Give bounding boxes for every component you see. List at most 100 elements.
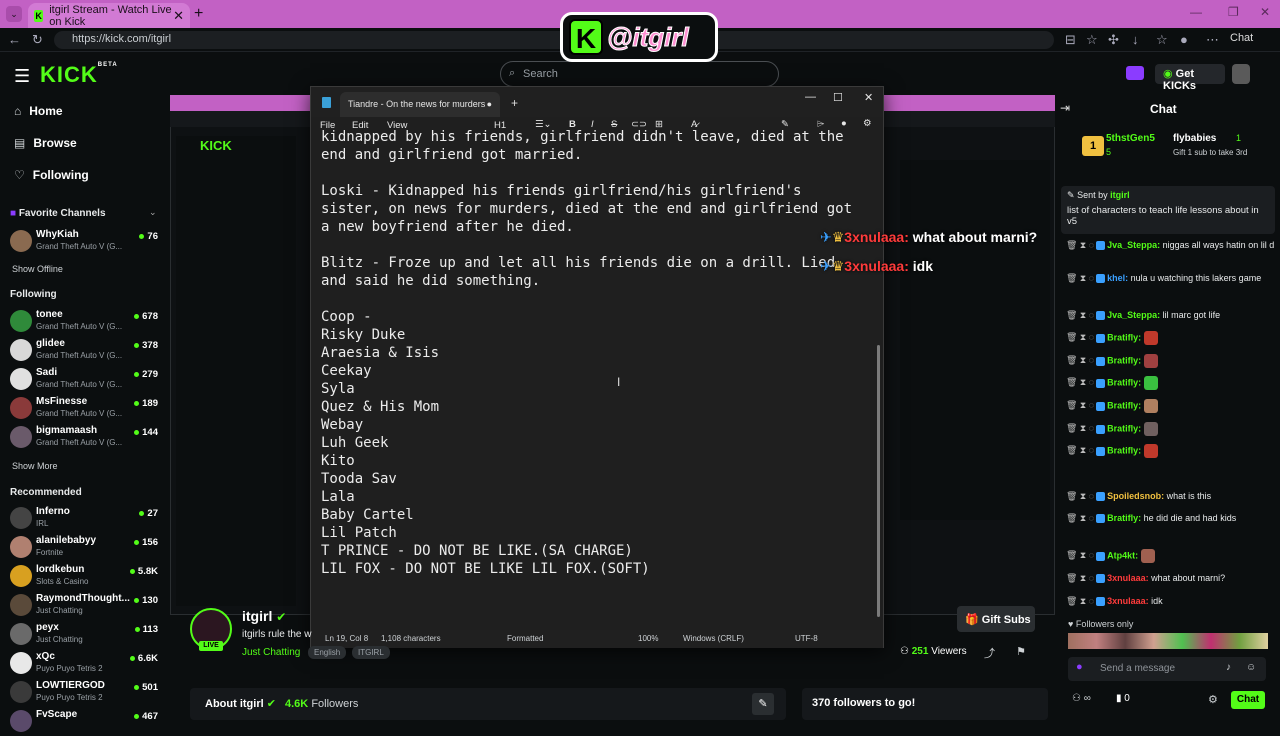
notepad-new-tab-button[interactable]: + [511, 96, 518, 110]
following-channel[interactable]: glidee Grand Theft Auto V (G... 378 [10, 337, 160, 365]
minimize-button[interactable]: — [1190, 5, 1202, 19]
recommended-channel[interactable]: Inferno IRL 27 [10, 505, 160, 533]
recommended-channel[interactable]: lordkebun Slots & Casino 5.8K [10, 563, 160, 591]
search-input[interactable]: ⌕ Search [500, 61, 779, 87]
translate-icon[interactable]: ⊟ [1065, 32, 1076, 48]
copilot-chat-button[interactable]: Chat [1230, 32, 1253, 44]
pinned-message[interactable]: ✎ Sent by itgirl list of characters to t… [1061, 186, 1275, 234]
notepad-text-area[interactable]: kidnapped by his friends, girlfriend did… [321, 128, 871, 618]
recommended-channel[interactable]: LOWTIERGOD Puyo Puyo Tetris 2 501 [10, 679, 160, 707]
following-channel[interactable]: MsFinesse Grand Theft Auto V (G... 189 [10, 395, 160, 423]
close-tab-icon[interactable]: ✕ [173, 8, 184, 24]
points-display[interactable]: ▮ 0 [1116, 693, 1130, 704]
nav-following[interactable]: ♡ Following [14, 168, 89, 182]
get-kicks-button[interactable]: ◉ Get KICKs [1155, 64, 1225, 92]
url-field[interactable]: https://kick.com/itgirl [54, 31, 1054, 49]
moderation-icons[interactable]: 🗑 ⧗ ◌ [1066, 332, 1094, 342]
chat-username[interactable]: Atp4kt: [1107, 550, 1138, 560]
tag-itgirl[interactable]: ITGIRL [352, 646, 390, 659]
chat-message[interactable]: 🗑 ⧗ ◌ khel: nula u watching this lakers g… [1066, 272, 1276, 285]
edit-icon[interactable]: ✎ [752, 693, 774, 715]
profile-icon[interactable]: ● [1180, 32, 1188, 47]
chat-message[interactable]: 🗑 ⧗ ◌ Bratifly: [1066, 422, 1276, 436]
chat-message[interactable]: 🗑 ⧗ ◌ Spoiledsnob: what is this [1066, 490, 1276, 503]
tab-list-button[interactable]: ⌄ [6, 6, 22, 22]
moderation-icons[interactable]: 🗑 ⧗ ◌ [1066, 400, 1094, 410]
notepad-close-button[interactable]: ✕ [864, 91, 873, 104]
chat-message[interactable]: 🗑 ⧗ ◌ Atp4kt: [1066, 549, 1276, 563]
channel-whykiah[interactable]: WhyKiah Grand Theft Auto V (G... 76 [10, 228, 160, 256]
moderation-icons[interactable]: 🗑 ⧗ ◌ [1066, 273, 1094, 283]
kicks-wallet-icon[interactable] [1126, 66, 1144, 80]
chat-username[interactable]: Jva_Steppa: [1107, 310, 1160, 320]
moderation-icons[interactable]: 🗑 ⧗ ◌ [1066, 310, 1094, 320]
notepad-scrollbar[interactable] [877, 345, 880, 617]
recommended-channel[interactable]: RaymondThought... Just Chatting 130 [10, 592, 160, 620]
moderation-icons[interactable]: 🗑 ⧗ ◌ [1066, 513, 1094, 523]
show-offline-link[interactable]: Show Offline [12, 264, 63, 274]
reload-icon[interactable]: ↻ [32, 32, 43, 48]
gift-prompt[interactable]: Gift 1 sub to take 3rd [1173, 148, 1247, 157]
chat-message[interactable]: 🗑 ⧗ ◌ 3xnulaaa: idk [1066, 595, 1276, 608]
following-channel[interactable]: bigmamaash Grand Theft Auto V (G... 144 [10, 424, 160, 452]
chat-username[interactable]: Bratifly: [1107, 423, 1141, 433]
format-mode[interactable]: Formatted [507, 634, 543, 643]
voice-icon[interactable]: ♪ [1226, 662, 1231, 673]
chat-username[interactable]: Bratifly: [1107, 355, 1141, 365]
collapse-chat-icon[interactable]: ⇥ [1060, 101, 1070, 115]
chat-message[interactable]: 🗑 ⧗ ◌ Bratifly: [1066, 444, 1276, 458]
chat-username[interactable]: 3xnulaaa: [1107, 596, 1149, 606]
recommended-channel[interactable]: alanilebabyy Fortnite 156 [10, 534, 160, 562]
chat-username[interactable]: Bratifly: [1107, 400, 1141, 410]
streamer-name[interactable]: itgirl ✔ [242, 608, 286, 624]
moderation-icons[interactable]: 🗑 ⧗ ◌ [1066, 596, 1094, 606]
following-channel[interactable]: tonee Grand Theft Auto V (G... 678 [10, 308, 160, 336]
chat-message[interactable]: 🗑 ⧗ ◌ Jva_Steppa: lil marc got life [1066, 309, 1276, 322]
nav-browse[interactable]: ▤ Browse [14, 136, 77, 150]
recommended-channel[interactable]: peyx Just Chatting 113 [10, 621, 160, 649]
gifter-2-name[interactable]: flybabies [1173, 133, 1216, 144]
close-window-button[interactable]: ✕ [1260, 5, 1270, 19]
recommended-channel[interactable]: xQc Puyo Puyo Tetris 2 6.6K [10, 650, 160, 678]
moderation-icons[interactable]: 🗑 ⧗ ◌ [1066, 573, 1094, 583]
chat-message[interactable]: 🗑 ⧗ ◌ Bratifly: [1066, 331, 1276, 345]
mic-icon[interactable]: ● [1076, 661, 1083, 673]
menu-icon[interactable]: ☰ [14, 66, 30, 87]
chat-username[interactable]: Bratifly: [1107, 513, 1141, 523]
chat-message[interactable]: 🗑 ⧗ ◌ Bratifly: [1066, 399, 1276, 413]
back-icon[interactable]: ← [8, 32, 21, 47]
nav-home[interactable]: ⌂ Home [14, 104, 63, 118]
chat-message[interactable]: 🗑 ⧗ ◌ Bratifly: he did die and had kids [1066, 512, 1276, 525]
maximize-button[interactable]: ❐ [1228, 5, 1239, 19]
moderation-icons[interactable]: 🗑 ⧗ ◌ [1066, 445, 1094, 455]
chat-username[interactable]: Bratifly: [1107, 377, 1141, 387]
chat-message[interactable]: 🗑 ⧗ ◌ Bratifly: [1066, 376, 1276, 390]
tag-english[interactable]: English [308, 646, 347, 659]
more-icon[interactable]: ⋯ [1206, 32, 1219, 48]
emoji-icon[interactable]: ☺ [1246, 662, 1256, 673]
emote-row[interactable] [1068, 633, 1268, 649]
moderation-icons[interactable]: 🗑 ⧗ ◌ [1066, 240, 1094, 250]
new-tab-button[interactable]: + [194, 5, 203, 23]
chat-message[interactable]: 🗑 ⧗ ◌ 3xnulaaa: what about marni? [1066, 572, 1276, 585]
kick-logo[interactable]: KICKBETA [40, 62, 118, 88]
chat-username[interactable]: Bratifly: [1107, 332, 1141, 342]
chat-username[interactable]: khel: [1107, 273, 1128, 283]
show-more-link[interactable]: Show More [12, 461, 58, 471]
chat-send-button[interactable]: Chat [1231, 691, 1265, 709]
notepad-tab[interactable]: Tiandre - On the news for murders ● [340, 92, 500, 117]
browser-tab[interactable]: K itgirl Stream - Watch Live on Kick ✕ [28, 3, 190, 28]
user-avatar[interactable] [1232, 64, 1250, 84]
moderation-icons[interactable]: 🗑 ⧗ ◌ [1066, 550, 1094, 560]
extensions-icon[interactable]: ✣ [1108, 32, 1119, 48]
chat-users-icon[interactable]: ⚇ ∞ [1072, 693, 1091, 704]
chat-message[interactable]: 🗑 ⧗ ◌ Bratifly: [1066, 354, 1276, 368]
moderation-icons[interactable]: 🗑 ⧗ ◌ [1066, 423, 1094, 433]
downloads-icon[interactable]: ↓ [1132, 32, 1139, 47]
chat-input[interactable]: Send a message [1068, 657, 1266, 681]
moderation-icons[interactable]: 🗑 ⧗ ◌ [1066, 355, 1094, 365]
chat-username[interactable]: Spoiledsnob: [1107, 491, 1164, 501]
chat-message[interactable]: 🗑 ⧗ ◌ Jva_Steppa: niggas all ways hatin o… [1066, 239, 1276, 252]
share-icon[interactable]: ⤴ [984, 645, 995, 661]
chat-settings-icon[interactable]: ⚙ [1208, 693, 1218, 706]
